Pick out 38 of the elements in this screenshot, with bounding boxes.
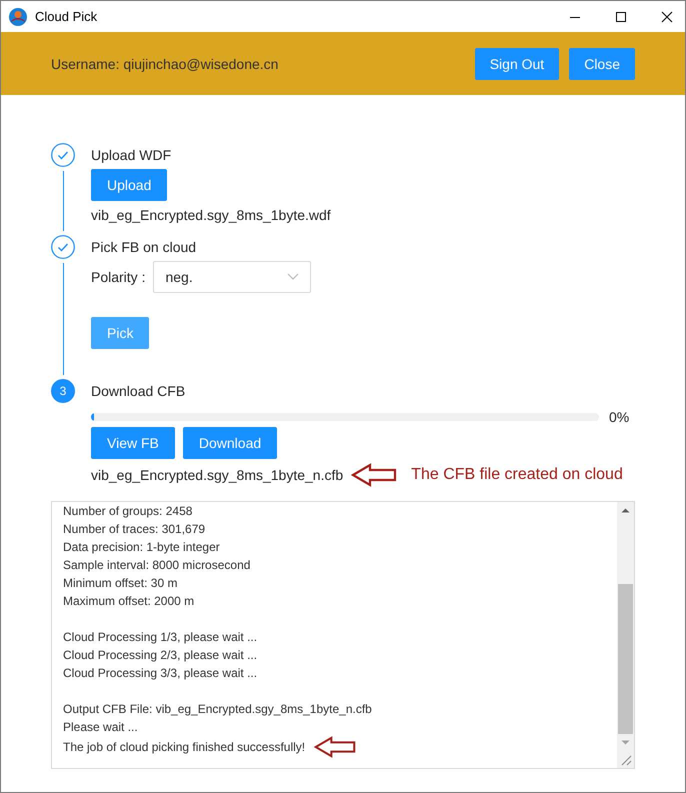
log-line: Cloud Processing 1/3, please wait ... — [63, 629, 258, 646]
annotation-text: The CFB file created on cloud — [411, 466, 623, 484]
action-button[interactable]: Download — [182, 427, 278, 459]
log-line: Cloud Processing 2/3, please wait ... — [63, 647, 258, 664]
log-textarea[interactable] — [51, 501, 635, 769]
chevron-down-icon — [287, 273, 300, 281]
scrollbar[interactable] — [617, 502, 634, 768]
scrollbar-thumb[interactable] — [618, 584, 633, 734]
left-arrow-icon — [351, 463, 398, 487]
window-title: Cloud Pick — [35, 9, 98, 24]
log-line: Sample interval: 8000 microsecond — [63, 557, 250, 574]
log-line: Please wait ... — [63, 719, 138, 736]
maximize-icon[interactable] — [615, 10, 627, 22]
log-line: Number of traces: 301,679 — [63, 521, 206, 538]
file-name: vib_eg_Encrypted.sgy_8ms_1byte.wdf — [91, 207, 331, 223]
step-title: Download CFB — [91, 382, 186, 401]
log-line: Data precision: 1-byte integer — [63, 539, 220, 556]
close-icon[interactable] — [661, 10, 673, 22]
log-line: The job of cloud picking finished successfully! — [63, 739, 306, 756]
step-title: Pick FB on cloud — [91, 238, 196, 257]
action-button[interactable]: View FB — [91, 427, 175, 459]
polarity-label: Polarity : — [91, 269, 146, 285]
step-number: 3 — [51, 379, 75, 403]
log-line: Output CFB File: vib_eg_Encrypted.sgy_8ms_1byte_n.cfb — [63, 701, 372, 718]
upload-button[interactable]: Upload — [91, 169, 168, 201]
polarity-select[interactable]: neg. — [153, 261, 312, 293]
log-line: Cloud Processing 3/3, please wait ... — [63, 665, 258, 682]
log-line: Number of groups: 2458 — [63, 503, 192, 520]
log-line: Maximum offset: 2000 m — [63, 593, 194, 610]
step-title: Upload WDF — [91, 146, 172, 165]
log-line: Minimum offset: 30 m — [63, 575, 178, 592]
app-logo-icon — [9, 8, 27, 26]
header-button[interactable]: Sign Out — [474, 48, 560, 80]
pick-button[interactable]: Pick — [91, 317, 150, 349]
progress-reading: 0% — [609, 409, 630, 425]
file-name: vib_eg_Encrypted.sgy_8ms_1byte_n.cfb — [91, 467, 344, 483]
username-label: Username: qiujinchao@wisedone.cn — [51, 56, 278, 72]
header-button[interactable]: Close — [569, 48, 635, 80]
